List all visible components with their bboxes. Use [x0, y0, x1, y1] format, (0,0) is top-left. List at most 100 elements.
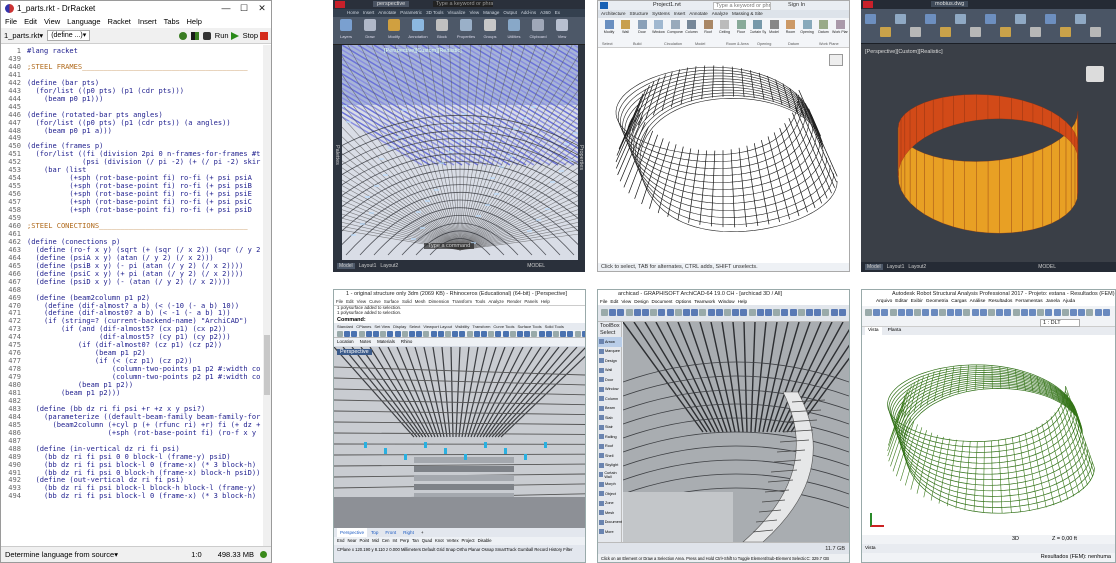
menu-item[interactable]: Transform: [452, 298, 472, 305]
ribbon-tool-icon[interactable]: [940, 27, 951, 37]
toolbox-item[interactable]: Object: [598, 489, 622, 499]
toolbar-icon[interactable]: [765, 309, 772, 316]
properties-strip[interactable]: Properties: [578, 45, 585, 260]
file-tab[interactable]: mobius.dwg: [931, 1, 969, 7]
menu-item[interactable]: Solid: [402, 298, 412, 305]
ribbon-tab[interactable]: Annotate: [378, 9, 396, 17]
toolbar-icon[interactable]: [452, 331, 459, 337]
ribbon-button[interactable]: Annotation: [407, 17, 429, 44]
toolbox-item[interactable]: Roof: [598, 442, 622, 452]
ribbon-button[interactable]: View: [551, 17, 573, 44]
panel-tab[interactable]: Materials: [377, 338, 395, 346]
code-line[interactable]: (beam p1 p2))): [27, 389, 263, 397]
ribbon-button[interactable]: Groups: [479, 17, 501, 44]
toolbar-icon[interactable]: [481, 331, 487, 337]
toolbar-icon[interactable]: [488, 331, 495, 337]
ribbon-button[interactable]: Window: [651, 20, 667, 34]
toolbar-icon[interactable]: [1086, 309, 1094, 316]
toolbar-icon[interactable]: [409, 331, 415, 337]
ribbon-tab[interactable]: 3D Tools: [426, 9, 443, 17]
code-line[interactable]: (+sph (rot-base-point fi) (ro-f x y: [27, 428, 263, 437]
model-space-indicator[interactable]: MODEL: [1038, 264, 1056, 270]
toolbar-icon[interactable]: [789, 309, 797, 316]
ribbon-tab[interactable]: Analyze: [712, 10, 728, 18]
osnap-toggle[interactable]: Project: [462, 537, 475, 545]
toolbar-icon[interactable]: [1045, 309, 1053, 316]
tab-layout1[interactable]: Layout1: [887, 264, 905, 270]
menu-item[interactable]: File: [600, 298, 607, 305]
toolbar-icon[interactable]: [748, 309, 756, 316]
toolbar-icon[interactable]: [567, 331, 574, 337]
menu-file[interactable]: File: [5, 17, 17, 26]
toolbar-icon[interactable]: [531, 331, 538, 337]
ribbon-button[interactable]: Block: [431, 17, 453, 44]
menu-item[interactable]: Ajuda: [1063, 298, 1075, 306]
toolbar-icon[interactable]: [740, 309, 748, 316]
toolbar-icon[interactable]: [996, 309, 1004, 316]
toolbar-icon[interactable]: [1012, 309, 1020, 316]
toolbar-icon[interactable]: [344, 331, 351, 337]
ribbon-button[interactable]: Model: [766, 20, 782, 34]
menu-item[interactable]: File: [336, 298, 343, 305]
toolbar-tab[interactable]: Surface Tools: [517, 323, 541, 330]
menu-item[interactable]: Arquivo: [876, 298, 892, 306]
ribbon-button[interactable]: Roof: [700, 20, 716, 34]
toolbar-icon[interactable]: [581, 331, 585, 337]
toolbox-item[interactable]: Curtain Wall: [598, 470, 622, 480]
toolbar-icon[interactable]: [715, 309, 723, 316]
osnap-toggle[interactable]: Near: [347, 537, 356, 545]
viewcube-icon[interactable]: [829, 54, 843, 66]
code-line[interactable]: (+sph (rot-base-point fi) ro-fi (+ psi p…: [27, 206, 263, 214]
file-tab-dropdown[interactable]: 1_parts.rkt▾: [4, 31, 43, 40]
menu-item[interactable]: Panels: [524, 298, 537, 305]
code-text[interactable]: #lang racket ;STEEL FRAMES______________…: [27, 47, 263, 500]
ribbon-tool-icon[interactable]: [970, 27, 981, 37]
ribbon-tool-icon[interactable]: [895, 14, 906, 24]
toolbar-tab[interactable]: Curve Tools: [493, 323, 514, 330]
menu-item[interactable]: Geometria: [926, 298, 948, 306]
menu-item[interactable]: Tools: [475, 298, 485, 305]
toolbar-icon[interactable]: [1053, 309, 1061, 316]
toolbar-icon[interactable]: [756, 309, 764, 316]
ribbon-button[interactable]: Component: [667, 20, 683, 34]
toolbar-icon[interactable]: [1078, 309, 1086, 316]
toolbar-icon[interactable]: [873, 309, 881, 316]
toolbar-icon[interactable]: [430, 331, 437, 337]
toolbar-icon[interactable]: [617, 309, 625, 316]
menu-item[interactable]: Cargas: [951, 298, 966, 306]
toolbar-icon[interactable]: [1037, 309, 1045, 316]
ribbon-tool-icon[interactable]: [1090, 27, 1101, 37]
scrollbar-thumb[interactable]: [264, 335, 270, 395]
toolbox-item[interactable]: Railing: [598, 432, 622, 442]
toolbar-icon[interactable]: [906, 309, 913, 316]
menu-item[interactable]: Análise: [970, 298, 986, 306]
toolbar-tab[interactable]: Select: [409, 323, 420, 330]
toolbar-icon[interactable]: [380, 331, 387, 337]
menu-item[interactable]: Design: [634, 298, 648, 305]
osnap-toggle[interactable]: Knot: [435, 537, 444, 545]
toolbar-icon[interactable]: [971, 309, 979, 316]
menu-item[interactable]: Curve: [369, 298, 381, 305]
toolbar-icon[interactable]: [773, 309, 781, 316]
osnap-toggle[interactable]: Vertex: [447, 537, 459, 545]
ribbon-tab[interactable]: Insert: [674, 10, 686, 18]
ribbon-tool-icon[interactable]: [925, 14, 936, 24]
toolbar-icon[interactable]: [545, 331, 552, 337]
ribbon-tab[interactable]: Parametric: [400, 9, 422, 17]
menu-item[interactable]: Ferramentas: [1015, 298, 1042, 306]
toolbar-icon[interactable]: [724, 309, 731, 316]
tab-front[interactable]: Front: [382, 528, 399, 537]
toolbar-icon[interactable]: [914, 309, 922, 316]
close-button[interactable]: ✕: [253, 3, 271, 14]
toolbar-icon[interactable]: [394, 331, 401, 337]
tab-layout1[interactable]: Layout1: [359, 263, 377, 269]
menu-item[interactable]: Options: [675, 298, 691, 305]
panel-tab[interactable]: Location: [337, 338, 354, 346]
menu-tabs[interactable]: Tabs: [164, 17, 180, 26]
osnap-toggle[interactable]: Point: [360, 537, 370, 545]
toolbar-icon[interactable]: [881, 309, 889, 316]
toolbar-icon[interactable]: [365, 331, 372, 337]
tab-right[interactable]: Right: [400, 528, 417, 537]
ribbon-button[interactable]: Floor: [733, 20, 749, 34]
code-editor[interactable]: 1 439 440 441 442 443 444 445 446 447 448 449 450 451…: [1, 45, 271, 548]
